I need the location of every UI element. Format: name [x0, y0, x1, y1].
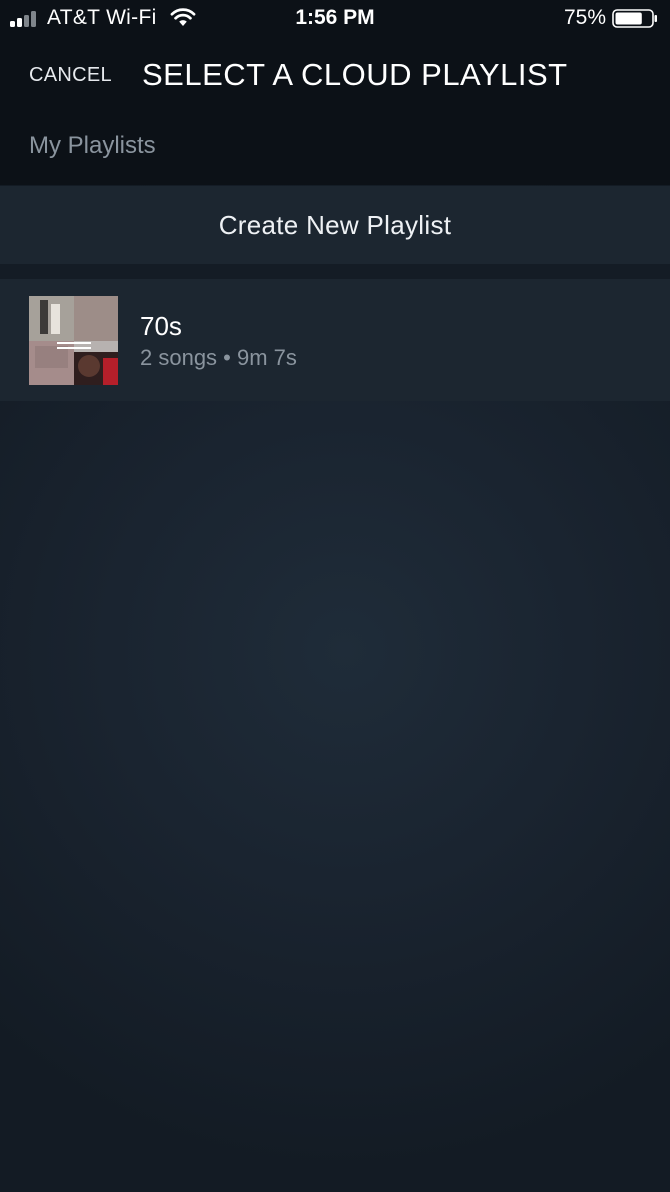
battery-icon: [612, 9, 657, 28]
page-title: SELECT A CLOUD PLAYLIST: [142, 57, 568, 92]
divider: [0, 264, 670, 279]
playlist-meta: 2 songs • 9m 7s: [140, 345, 297, 370]
playlist-row-70s[interactable]: 70s 2 songs • 9m 7s: [0, 279, 670, 401]
album-collage-icon: [29, 296, 118, 385]
create-new-playlist-label: Create New Playlist: [218, 209, 452, 240]
status-bar: AT&T Wi-Fi 1:56 PM 75%: [0, 0, 670, 38]
create-new-playlist-button[interactable]: Create New Playlist: [0, 186, 670, 264]
battery-percent: 75%: [563, 6, 606, 29]
playlist-name: 70s: [140, 311, 182, 341]
section-label-my-playlists: My Playlists: [29, 132, 156, 159]
cancel-button[interactable]: CANCEL: [29, 64, 112, 87]
